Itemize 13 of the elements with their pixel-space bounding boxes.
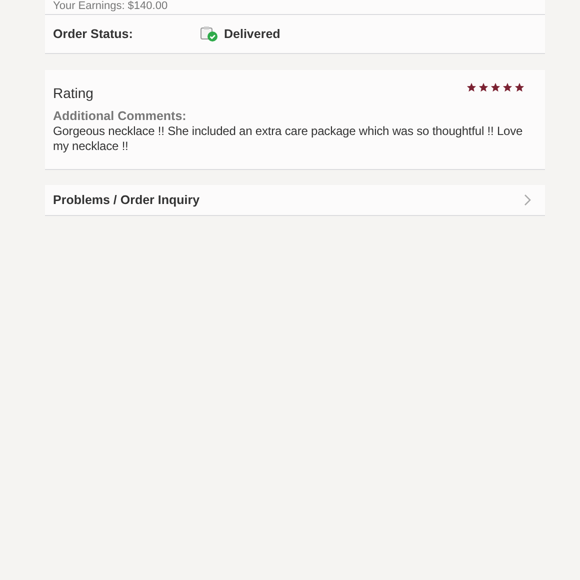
star-icon (490, 82, 501, 93)
rating-title: Rating (53, 85, 94, 101)
chevron-right-icon (524, 194, 531, 206)
status-value: Delivered (224, 27, 280, 41)
comments-label: Additional Comments: (53, 109, 188, 123)
star-icon (478, 82, 489, 93)
comment-text: Gorgeous necklace !! She included an extra care package which was so thoughtful !! Love my necklace !! (53, 124, 524, 154)
star-icon (514, 82, 525, 93)
star-icon (466, 82, 477, 93)
earnings-text: Your Earnings: $140.00 (45, 0, 545, 15)
status-label: Order Status: (53, 27, 134, 41)
inquiry-link[interactable]: Problems / Order Inquiry (45, 185, 545, 216)
star-icon (502, 82, 513, 93)
